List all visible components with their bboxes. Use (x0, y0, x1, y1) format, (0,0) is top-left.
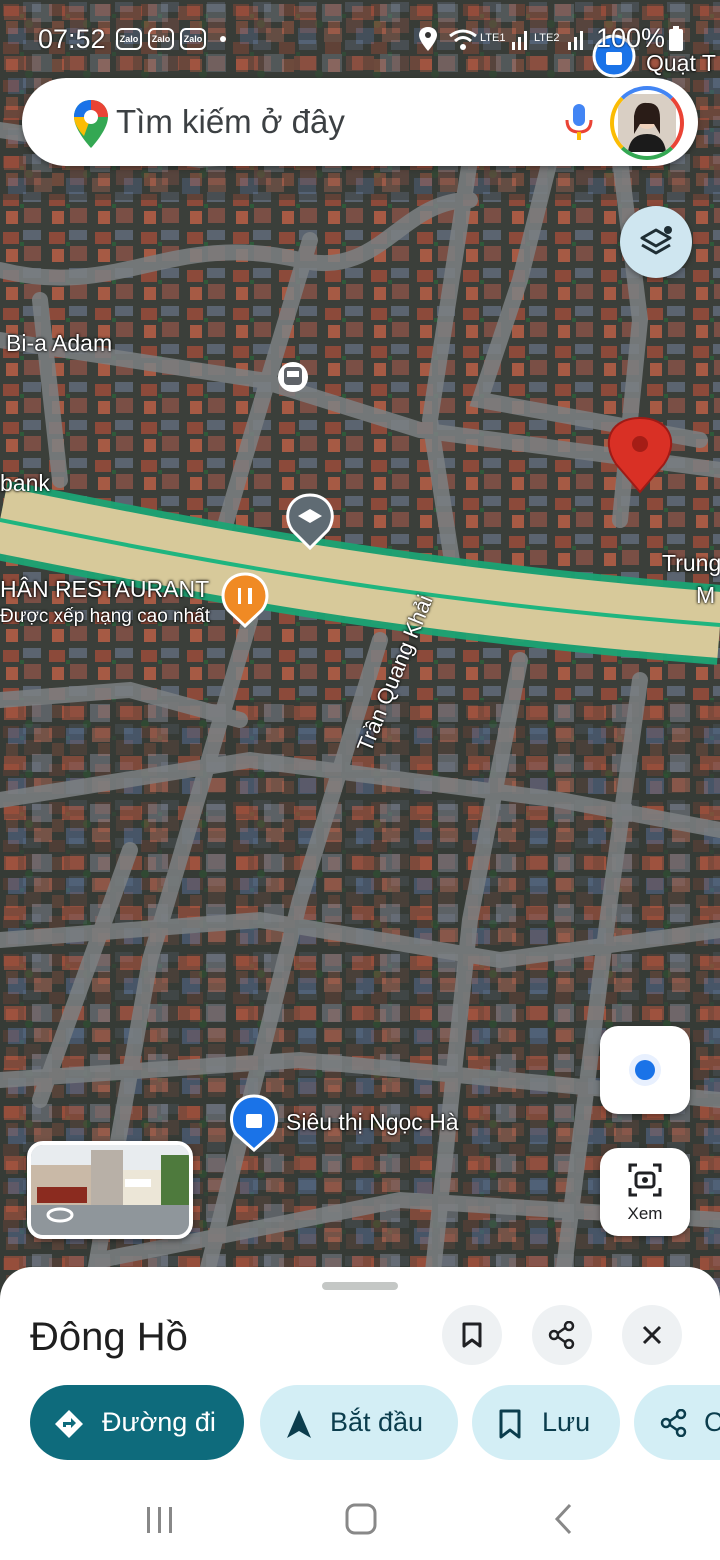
search-bar[interactable]: Tìm kiếm ở đây (22, 78, 698, 166)
rotate-360-icon (46, 1207, 74, 1223)
battery-icon (669, 26, 683, 51)
zalo-notification-icon: Zalo (148, 28, 174, 50)
camera-scan-icon (628, 1163, 662, 1197)
save-label: Lưu (542, 1407, 591, 1437)
bookmark-icon (462, 1322, 482, 1348)
map-label-m[interactable]: M (696, 582, 715, 609)
share-place-button[interactable] (532, 1305, 592, 1365)
close-button[interactable] (622, 1305, 682, 1365)
start-label: Bắt đầu (330, 1407, 424, 1437)
microphone-icon[interactable] (562, 102, 596, 142)
search-input[interactable]: Tìm kiếm ở đây (116, 103, 345, 141)
signal-icon (568, 31, 583, 50)
map-label-restaurant-rating: Được xếp hạng cao nhất (0, 606, 211, 627)
screen: Bi-a Adam bank HÂN RESTAURANT Được xếp h… (0, 0, 720, 1560)
share-button[interactable]: C (634, 1385, 720, 1460)
share-label: C (704, 1407, 720, 1437)
share-icon (660, 1409, 687, 1437)
map-label-restaurant[interactable]: HÂN RESTAURANT (0, 576, 209, 603)
save-button[interactable]: Lưu (472, 1385, 620, 1460)
sim2-label: LTE2 (534, 32, 560, 44)
save-place-button[interactable] (442, 1305, 502, 1365)
back-icon[interactable] (552, 1502, 576, 1536)
my-location-button[interactable] (600, 1026, 690, 1114)
bus-stop-icon[interactable] (278, 362, 308, 392)
google-maps-logo-icon (74, 100, 108, 148)
directions-button[interactable]: Đường đi (30, 1385, 244, 1460)
share-icon (548, 1321, 575, 1349)
status-bar: 07:52 Zalo Zalo Zalo LTE1 LTE2 100% (0, 18, 720, 62)
sim1-label: LTE1 (480, 32, 506, 44)
home-icon[interactable] (344, 1502, 378, 1536)
location-icon (419, 27, 437, 51)
zalo-notification-icon: Zalo (116, 28, 142, 50)
close-icon (642, 1325, 662, 1345)
street-view-thumbnail[interactable] (27, 1141, 193, 1239)
system-navigation-bar (0, 1480, 720, 1560)
bookmark-icon (499, 1409, 521, 1439)
view-photos-button[interactable]: Xem (600, 1148, 690, 1236)
status-time: 07:52 (38, 24, 106, 54)
avatar-photo (618, 94, 676, 152)
start-navigation-button[interactable]: Bắt đầu (260, 1385, 458, 1460)
layers-icon (640, 226, 672, 255)
navigation-arrow-icon (287, 1410, 311, 1438)
view-button-label: Xem (627, 1204, 663, 1223)
account-avatar[interactable] (610, 86, 684, 160)
more-notifications-dot-icon (220, 36, 226, 42)
my-location-icon (629, 1054, 661, 1086)
map-label-bia-adam[interactable]: Bi-a Adam (6, 330, 112, 357)
recent-apps-icon[interactable] (144, 1504, 176, 1536)
place-title: Đông Hồ (30, 1315, 188, 1359)
drag-handle[interactable] (322, 1282, 398, 1290)
directions-icon (55, 1410, 83, 1438)
signal-icon (512, 31, 527, 50)
battery-level: 100% (596, 23, 666, 53)
wifi-icon (449, 29, 477, 50)
zalo-notification-icon: Zalo (180, 28, 206, 50)
map-label-trung[interactable]: Trung (662, 550, 720, 577)
directions-label: Đường đi (102, 1407, 216, 1437)
map-label-supermarket[interactable]: Siêu thị Ngọc Hà (286, 1109, 459, 1136)
layers-button[interactable] (620, 206, 692, 278)
map-label-bank[interactable]: bank (0, 470, 50, 497)
